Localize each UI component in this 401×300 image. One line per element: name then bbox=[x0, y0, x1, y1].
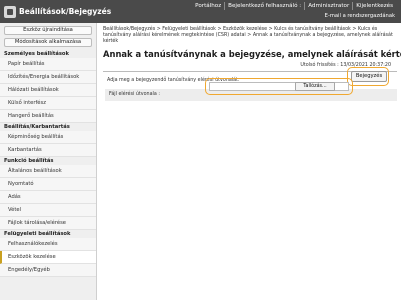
restart-device-button[interactable]: Eszköz újraindítása bbox=[4, 26, 92, 35]
sidebar-item-external-interface[interactable]: Külső interfész bbox=[0, 97, 96, 110]
sidebar-item-paper-settings[interactable]: Papír beállítás bbox=[0, 58, 96, 71]
sidebar-item-receive[interactable]: Vétel bbox=[0, 204, 96, 217]
apply-changes-button[interactable]: Módosítások alkalmazása bbox=[4, 38, 92, 47]
app-window: Beállítások/Bejegyzés Portálhoz Bejelent… bbox=[0, 0, 401, 300]
sidebar-item-maintenance[interactable]: Karbantartás bbox=[0, 144, 96, 157]
sidebar-item-device-management[interactable]: Eszközök kezelése bbox=[0, 251, 96, 264]
highlight-register-button bbox=[347, 67, 389, 86]
breadcrumb[interactable]: Beállítások/Bejegyzés > Felügyeleti beál… bbox=[103, 27, 399, 45]
brand: Beállítások/Bejegyzés bbox=[4, 4, 111, 19]
username: Adminisztrator bbox=[304, 2, 352, 10]
page-title: Annak a tanúsítványnak a bejegyzése, ame… bbox=[103, 49, 401, 59]
logout-link[interactable]: Kijelentkezés bbox=[352, 2, 396, 10]
top-bar: Beállítások/Bejegyzés Portálhoz Bejelent… bbox=[0, 0, 401, 23]
section-adjustment-maintenance: Beállítás/Karbantartás bbox=[4, 124, 70, 130]
portal-link[interactable]: Portálhoz bbox=[192, 2, 224, 10]
mail-admin-link[interactable]: E-mail a rendszergazdának bbox=[325, 13, 395, 19]
settings-app-icon bbox=[4, 5, 16, 18]
sidebar-item-user-management[interactable]: Felhasználókezelés bbox=[0, 238, 96, 251]
sidebar: Eszköz újraindítása Módosítások alkalmaz… bbox=[0, 23, 97, 300]
section-management-settings: Felügyeleti beállítások bbox=[4, 231, 71, 237]
app-title: Beállítások/Bejegyzés bbox=[19, 7, 112, 16]
sidebar-item-printer[interactable]: Nyomtató bbox=[0, 178, 96, 191]
file-path-label: Fájl elérési útvonala : bbox=[109, 92, 160, 97]
section-personal-settings: Személyes beállítások bbox=[4, 51, 69, 57]
section-function-settings: Funkció beállítás bbox=[4, 158, 54, 164]
sidebar-item-file-storage[interactable]: Fájlok tárolása/elérése bbox=[0, 217, 96, 230]
main-content: Beállítások/Bejegyzés > Felügyeleti beál… bbox=[97, 23, 401, 300]
sidebar-item-license-other[interactable]: Engedély/Egyéb bbox=[0, 264, 96, 277]
sidebar-item-network[interactable]: Hálózati beállítások bbox=[0, 84, 96, 97]
sidebar-item-image-quality[interactable]: Képminőség beállítás bbox=[0, 131, 96, 144]
sidebar-item-volume[interactable]: Hangerő beállítás bbox=[0, 110, 96, 123]
sidebar-item-timer-energy[interactable]: Időzítés/Energia beállítások bbox=[0, 71, 96, 84]
top-links: Portálhoz Bejelentkező felhasználó : Adm… bbox=[192, 2, 396, 10]
highlight-file-input bbox=[205, 78, 353, 95]
logged-in-label: Bejelentkező felhasználó : bbox=[224, 2, 304, 10]
sidebar-item-send[interactable]: Adás bbox=[0, 191, 96, 204]
sidebar-item-general[interactable]: Általános beállítások bbox=[0, 165, 96, 178]
